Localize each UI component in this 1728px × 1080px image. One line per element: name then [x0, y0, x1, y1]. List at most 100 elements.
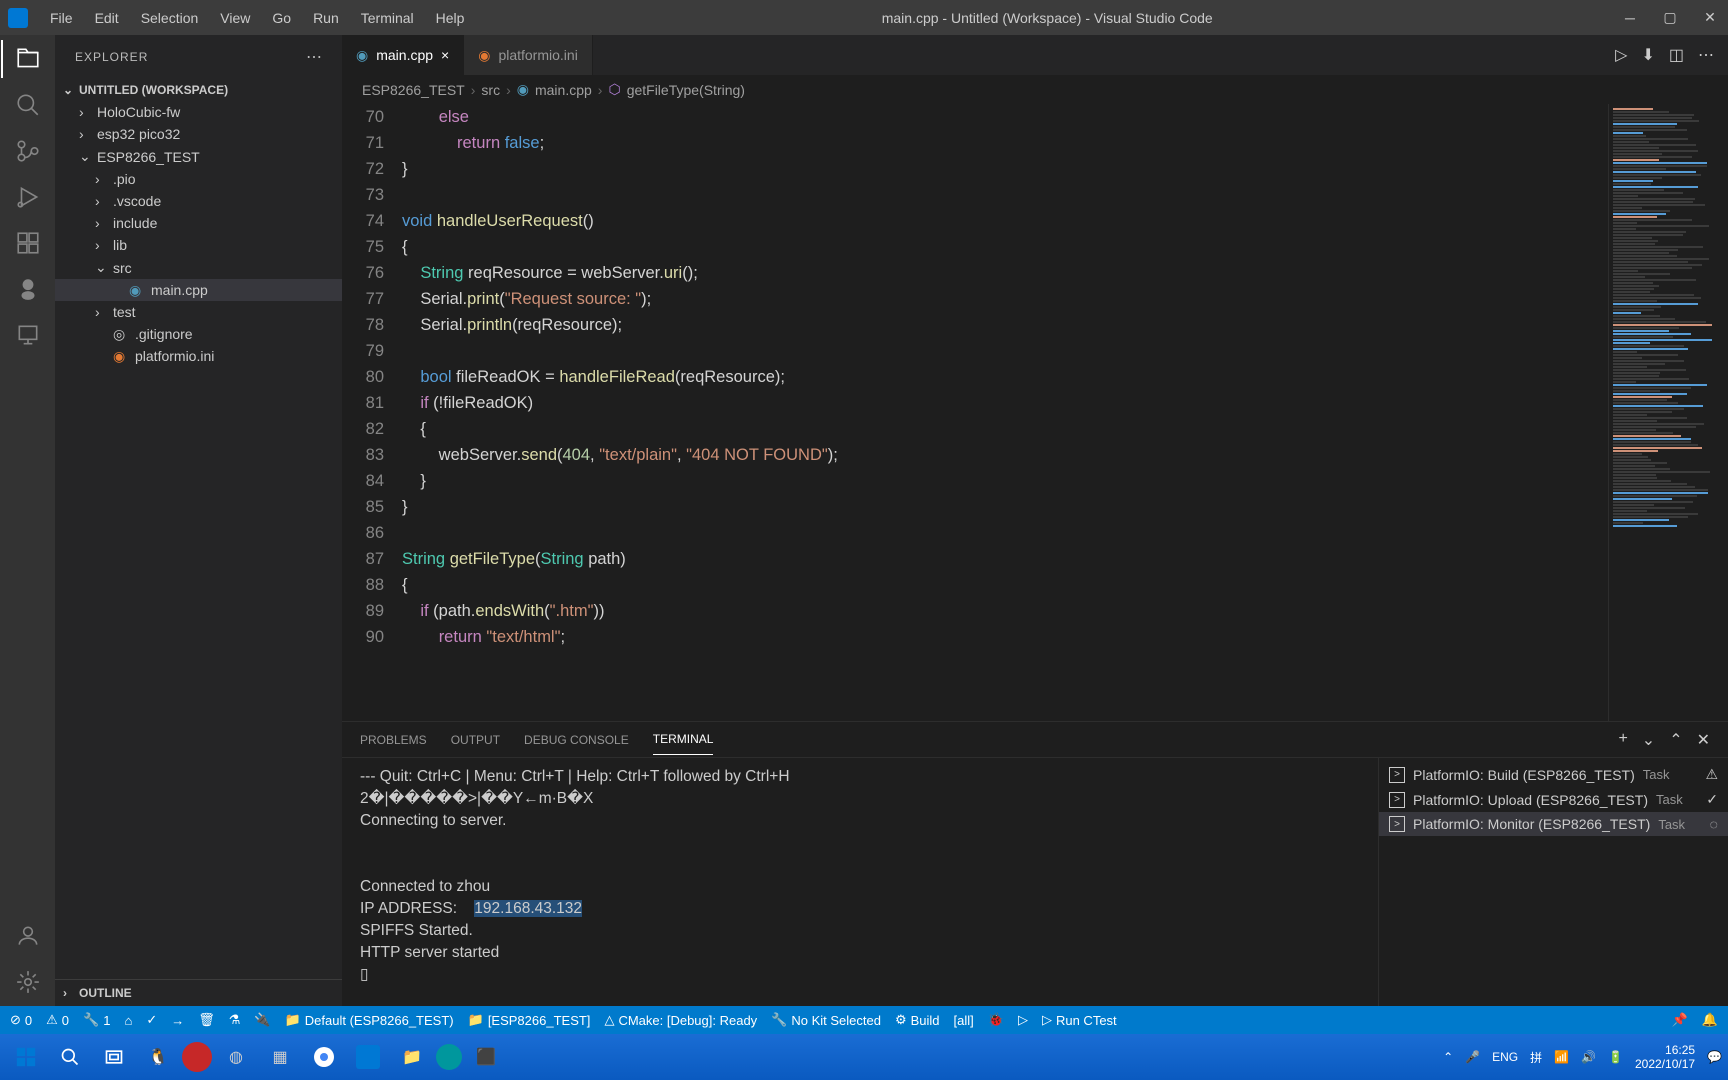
- breadcrumb-part[interactable]: main.cpp: [535, 82, 592, 98]
- breadcrumb-part[interactable]: ESP8266_TEST: [362, 82, 465, 98]
- terminal-output[interactable]: --- Quit: Ctrl+C | Menu: Ctrl+T | Help: …: [342, 758, 1378, 1006]
- source-control-icon[interactable]: [14, 137, 42, 165]
- more-icon[interactable]: ⋯: [1698, 45, 1714, 65]
- ime-layout[interactable]: 拼: [1530, 1049, 1542, 1066]
- minimize-button[interactable]: ─: [1620, 8, 1640, 28]
- statusbar-item[interactable]: [all]: [954, 1013, 974, 1028]
- panel-tab-terminal[interactable]: TERMINAL: [653, 724, 714, 755]
- task-view-button[interactable]: [94, 1037, 134, 1077]
- tree-item--vscode[interactable]: ›.vscode: [55, 190, 342, 212]
- panel-tab-output[interactable]: OUTPUT: [451, 725, 500, 755]
- tree-item-main-cpp[interactable]: ◉main.cpp: [55, 279, 342, 301]
- taskbar-app[interactable]: ▦: [260, 1037, 300, 1077]
- breadcrumb[interactable]: ESP8266_TEST › src › ◉ main.cpp › ⬡ getF…: [342, 75, 1728, 104]
- menu-selection[interactable]: Selection: [131, 6, 209, 30]
- statusbar-item[interactable]: ⊘0: [10, 1012, 32, 1028]
- statusbar-item[interactable]: ⌂: [124, 1013, 132, 1028]
- editor-tab-main-cpp[interactable]: ◉main.cpp×: [342, 35, 464, 75]
- statusbar-item[interactable]: 📌: [1672, 1012, 1688, 1028]
- taskbar-app[interactable]: ◍: [216, 1037, 256, 1077]
- extensions-icon[interactable]: [14, 229, 42, 257]
- menu-go[interactable]: Go: [262, 6, 301, 30]
- maximize-button[interactable]: ▢: [1660, 8, 1680, 28]
- file-explorer-icon[interactable]: 📁: [392, 1037, 432, 1077]
- breadcrumb-part[interactable]: src: [481, 82, 500, 98]
- menu-edit[interactable]: Edit: [85, 6, 129, 30]
- panel-tab-debug-console[interactable]: DEBUG CONSOLE: [524, 725, 629, 755]
- tree-item-src[interactable]: ⌄src: [55, 256, 342, 279]
- panel-tab-problems[interactable]: PROBLEMS: [360, 725, 427, 755]
- menu-run[interactable]: Run: [303, 6, 349, 30]
- statusbar-item[interactable]: 🔧1: [83, 1012, 110, 1028]
- statusbar-item[interactable]: 🔔: [1702, 1012, 1718, 1028]
- notifications-icon[interactable]: 💬: [1707, 1050, 1722, 1064]
- start-button[interactable]: [6, 1037, 46, 1077]
- task-item[interactable]: >PlatformIO: Monitor (ESP8266_TEST) Task…: [1379, 812, 1728, 836]
- taskbar-app[interactable]: 🐧: [138, 1037, 178, 1077]
- run-icon[interactable]: ▷: [1615, 45, 1627, 65]
- remote-icon[interactable]: [14, 321, 42, 349]
- tree-item-esp32-pico32[interactable]: ›esp32 pico32: [55, 123, 342, 145]
- accounts-icon[interactable]: [14, 922, 42, 950]
- statusbar-item[interactable]: ▷Run CTest: [1042, 1012, 1117, 1028]
- statusbar-item[interactable]: ⚗: [229, 1012, 241, 1028]
- statusbar-item[interactable]: →: [171, 1013, 184, 1028]
- maximize-panel-icon[interactable]: ⌃: [1669, 730, 1682, 750]
- menu-view[interactable]: View: [210, 6, 260, 30]
- volume-icon[interactable]: 🔊: [1581, 1050, 1596, 1064]
- menu-file[interactable]: File: [40, 6, 83, 30]
- taskbar-app[interactable]: ⬛: [466, 1037, 506, 1077]
- vscode-taskbar-icon[interactable]: [348, 1037, 388, 1077]
- settings-icon[interactable]: [14, 968, 42, 996]
- task-item[interactable]: >PlatformIO: Upload (ESP8266_TEST) Task✓: [1379, 787, 1728, 812]
- tray-chevron-icon[interactable]: ⌃: [1443, 1050, 1453, 1064]
- statusbar-item[interactable]: 🔧No Kit Selected: [771, 1012, 881, 1028]
- statusbar-item[interactable]: 🗑: [198, 1012, 215, 1028]
- run-debug-icon[interactable]: [14, 183, 42, 211]
- tree-item--gitignore[interactable]: ◎.gitignore: [55, 323, 342, 345]
- wifi-icon[interactable]: 📶: [1554, 1050, 1569, 1064]
- tree-item-holocubic-fw[interactable]: ›HoloCubic-fw: [55, 101, 342, 123]
- code-editor[interactable]: 7071727374757677787980818283848586878889…: [342, 104, 1728, 721]
- microphone-icon[interactable]: 🎤: [1465, 1050, 1480, 1064]
- ime-lang[interactable]: ENG: [1492, 1050, 1518, 1064]
- breadcrumb-part[interactable]: getFileType(String): [627, 82, 745, 98]
- close-tab-icon[interactable]: ×: [441, 47, 449, 63]
- statusbar-item[interactable]: 📁Default (ESP8266_TEST): [285, 1012, 454, 1028]
- download-icon[interactable]: ⬇: [1641, 45, 1654, 65]
- taskbar-app[interactable]: [182, 1042, 212, 1072]
- search-icon[interactable]: [14, 91, 42, 119]
- tree-item-esp8266_test[interactable]: ⌄ESP8266_TEST: [55, 145, 342, 168]
- platformio-icon[interactable]: [14, 275, 42, 303]
- statusbar-item[interactable]: △CMake: [Debug]: Ready: [604, 1012, 757, 1028]
- statusbar-item[interactable]: ⚠0: [46, 1012, 69, 1028]
- explorer-icon[interactable]: [14, 45, 42, 73]
- sidebar-more-icon[interactable]: ⋯: [306, 47, 322, 67]
- minimap[interactable]: [1608, 104, 1728, 721]
- statusbar-item[interactable]: ✓: [146, 1012, 157, 1028]
- tree-item-include[interactable]: ›include: [55, 212, 342, 234]
- statusbar-item[interactable]: 🔌: [254, 1012, 270, 1028]
- menu-terminal[interactable]: Terminal: [351, 6, 424, 30]
- tree-item-platformio-ini[interactable]: ◉platformio.ini: [55, 345, 342, 367]
- editor-tab-platformio-ini[interactable]: ◉platformio.ini: [464, 35, 593, 75]
- battery-icon[interactable]: 🔋: [1608, 1050, 1623, 1064]
- statusbar-item[interactable]: 📁[ESP8266_TEST]: [468, 1012, 591, 1028]
- code-content[interactable]: else return false;} void handleUserReque…: [402, 104, 1608, 721]
- task-item[interactable]: >PlatformIO: Build (ESP8266_TEST) Task⚠: [1379, 762, 1728, 787]
- close-panel-icon[interactable]: ✕: [1697, 730, 1710, 750]
- menu-help[interactable]: Help: [426, 6, 475, 30]
- split-editor-icon[interactable]: ◫: [1669, 45, 1684, 65]
- statusbar-item[interactable]: ▷: [1018, 1012, 1028, 1028]
- outline-section[interactable]: › OUTLINE: [55, 979, 342, 1006]
- workspace-root[interactable]: ⌄ UNTITLED (WORKSPACE): [55, 79, 342, 101]
- statusbar-item[interactable]: ⚙Build: [895, 1012, 940, 1028]
- search-button[interactable]: [50, 1037, 90, 1077]
- tree-item--pio[interactable]: ›.pio: [55, 168, 342, 190]
- clock[interactable]: 16:25 2022/10/17: [1635, 1043, 1695, 1071]
- new-terminal-icon[interactable]: +: [1618, 730, 1627, 750]
- tree-item-lib[interactable]: ›lib: [55, 234, 342, 256]
- chrome-icon[interactable]: [304, 1037, 344, 1077]
- close-button[interactable]: ✕: [1700, 8, 1720, 28]
- taskbar-app[interactable]: [436, 1044, 462, 1070]
